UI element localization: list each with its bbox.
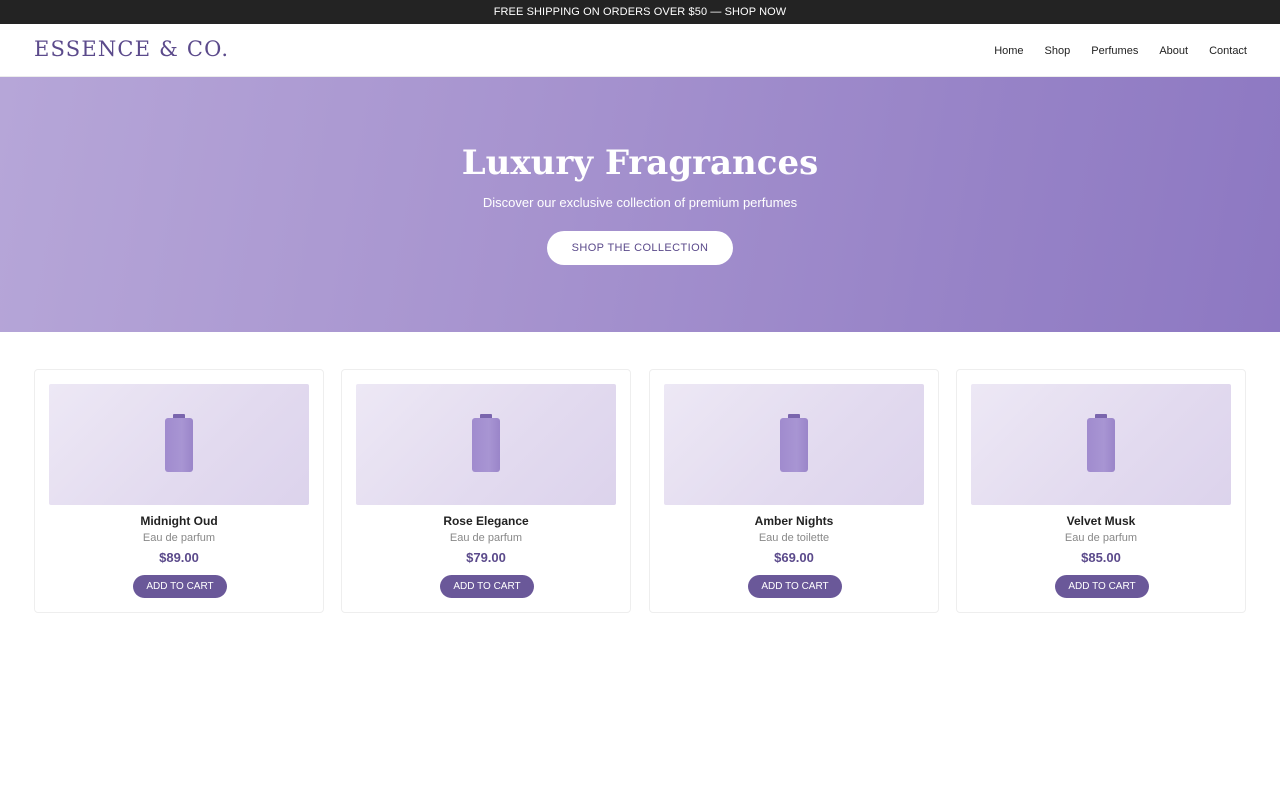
add-to-cart-button[interactable]: ADD TO CART [748,575,842,598]
product-card[interactable]: Midnight Oud Eau de parfum $89.00 ADD TO… [34,369,324,613]
product-name[interactable]: Amber Nights [650,514,938,528]
nav-shop[interactable]: Shop [1045,45,1071,57]
product-type: Eau de parfum [142,532,216,544]
product-image[interactable] [664,384,924,505]
product-name[interactable]: Rose Elegance [342,514,630,528]
announcement-text[interactable]: FREE SHIPPING ON ORDERS OVER $50 — SHOP … [494,6,787,18]
hero-subtitle: Discover our exclusive collection of pre… [482,195,798,210]
product-card[interactable]: Amber Nights Eau de toilette $69.00 ADD … [649,369,939,613]
bottle-body [780,418,808,472]
product-type: Eau de parfum [449,532,523,544]
product-price: $89.00 [159,550,199,565]
perfume-bottle-icon [1087,414,1115,472]
nav-contact[interactable]: Contact [1209,45,1247,57]
bottle-body [472,418,500,472]
product-price: $69.00 [774,550,814,565]
product-type: Eau de parfum [1064,532,1138,544]
hero-banner: Luxury Fragrances Discover our exclusive… [0,77,1280,332]
perfume-bottle-icon [165,414,193,472]
bottle-body [1087,418,1115,472]
perfume-bottle-icon [780,414,808,472]
perfume-bottle-icon [472,414,500,472]
announcement-bar[interactable]: FREE SHIPPING ON ORDERS OVER $50 — SHOP … [0,0,1280,24]
product-image[interactable] [356,384,616,505]
add-to-cart-button[interactable]: ADD TO CART [133,575,227,598]
product-price: $85.00 [1081,550,1121,565]
product-grid: Midnight Oud Eau de parfum $89.00 ADD TO… [34,369,1246,613]
nav-perfumes[interactable]: Perfumes [1091,45,1138,57]
product-image[interactable] [971,384,1231,505]
hero-title: Luxury Fragrances [461,143,819,183]
product-card[interactable]: Rose Elegance Eau de parfum $79.00 ADD T… [341,369,631,613]
add-to-cart-button[interactable]: ADD TO CART [1055,575,1149,598]
product-image[interactable] [49,384,309,505]
main-nav: Home Shop Perfumes About Contact [973,24,1247,77]
bottle-body [165,418,193,472]
product-name[interactable]: Midnight Oud [35,514,323,528]
product-price: $79.00 [466,550,506,565]
product-card[interactable]: Velvet Musk Eau de parfum $85.00 ADD TO … [956,369,1246,613]
nav-about[interactable]: About [1159,45,1188,57]
product-name[interactable]: Velvet Musk [957,514,1245,528]
site-logo[interactable]: ESSENCE & CO. [34,37,229,61]
product-type: Eau de toilette [758,532,830,544]
add-to-cart-button[interactable]: ADD TO CART [440,575,534,598]
shop-collection-button[interactable]: SHOP THE COLLECTION [547,231,733,265]
nav-home[interactable]: Home [994,45,1023,57]
site-header: ESSENCE & CO. Home Shop Perfumes About C… [0,24,1280,77]
